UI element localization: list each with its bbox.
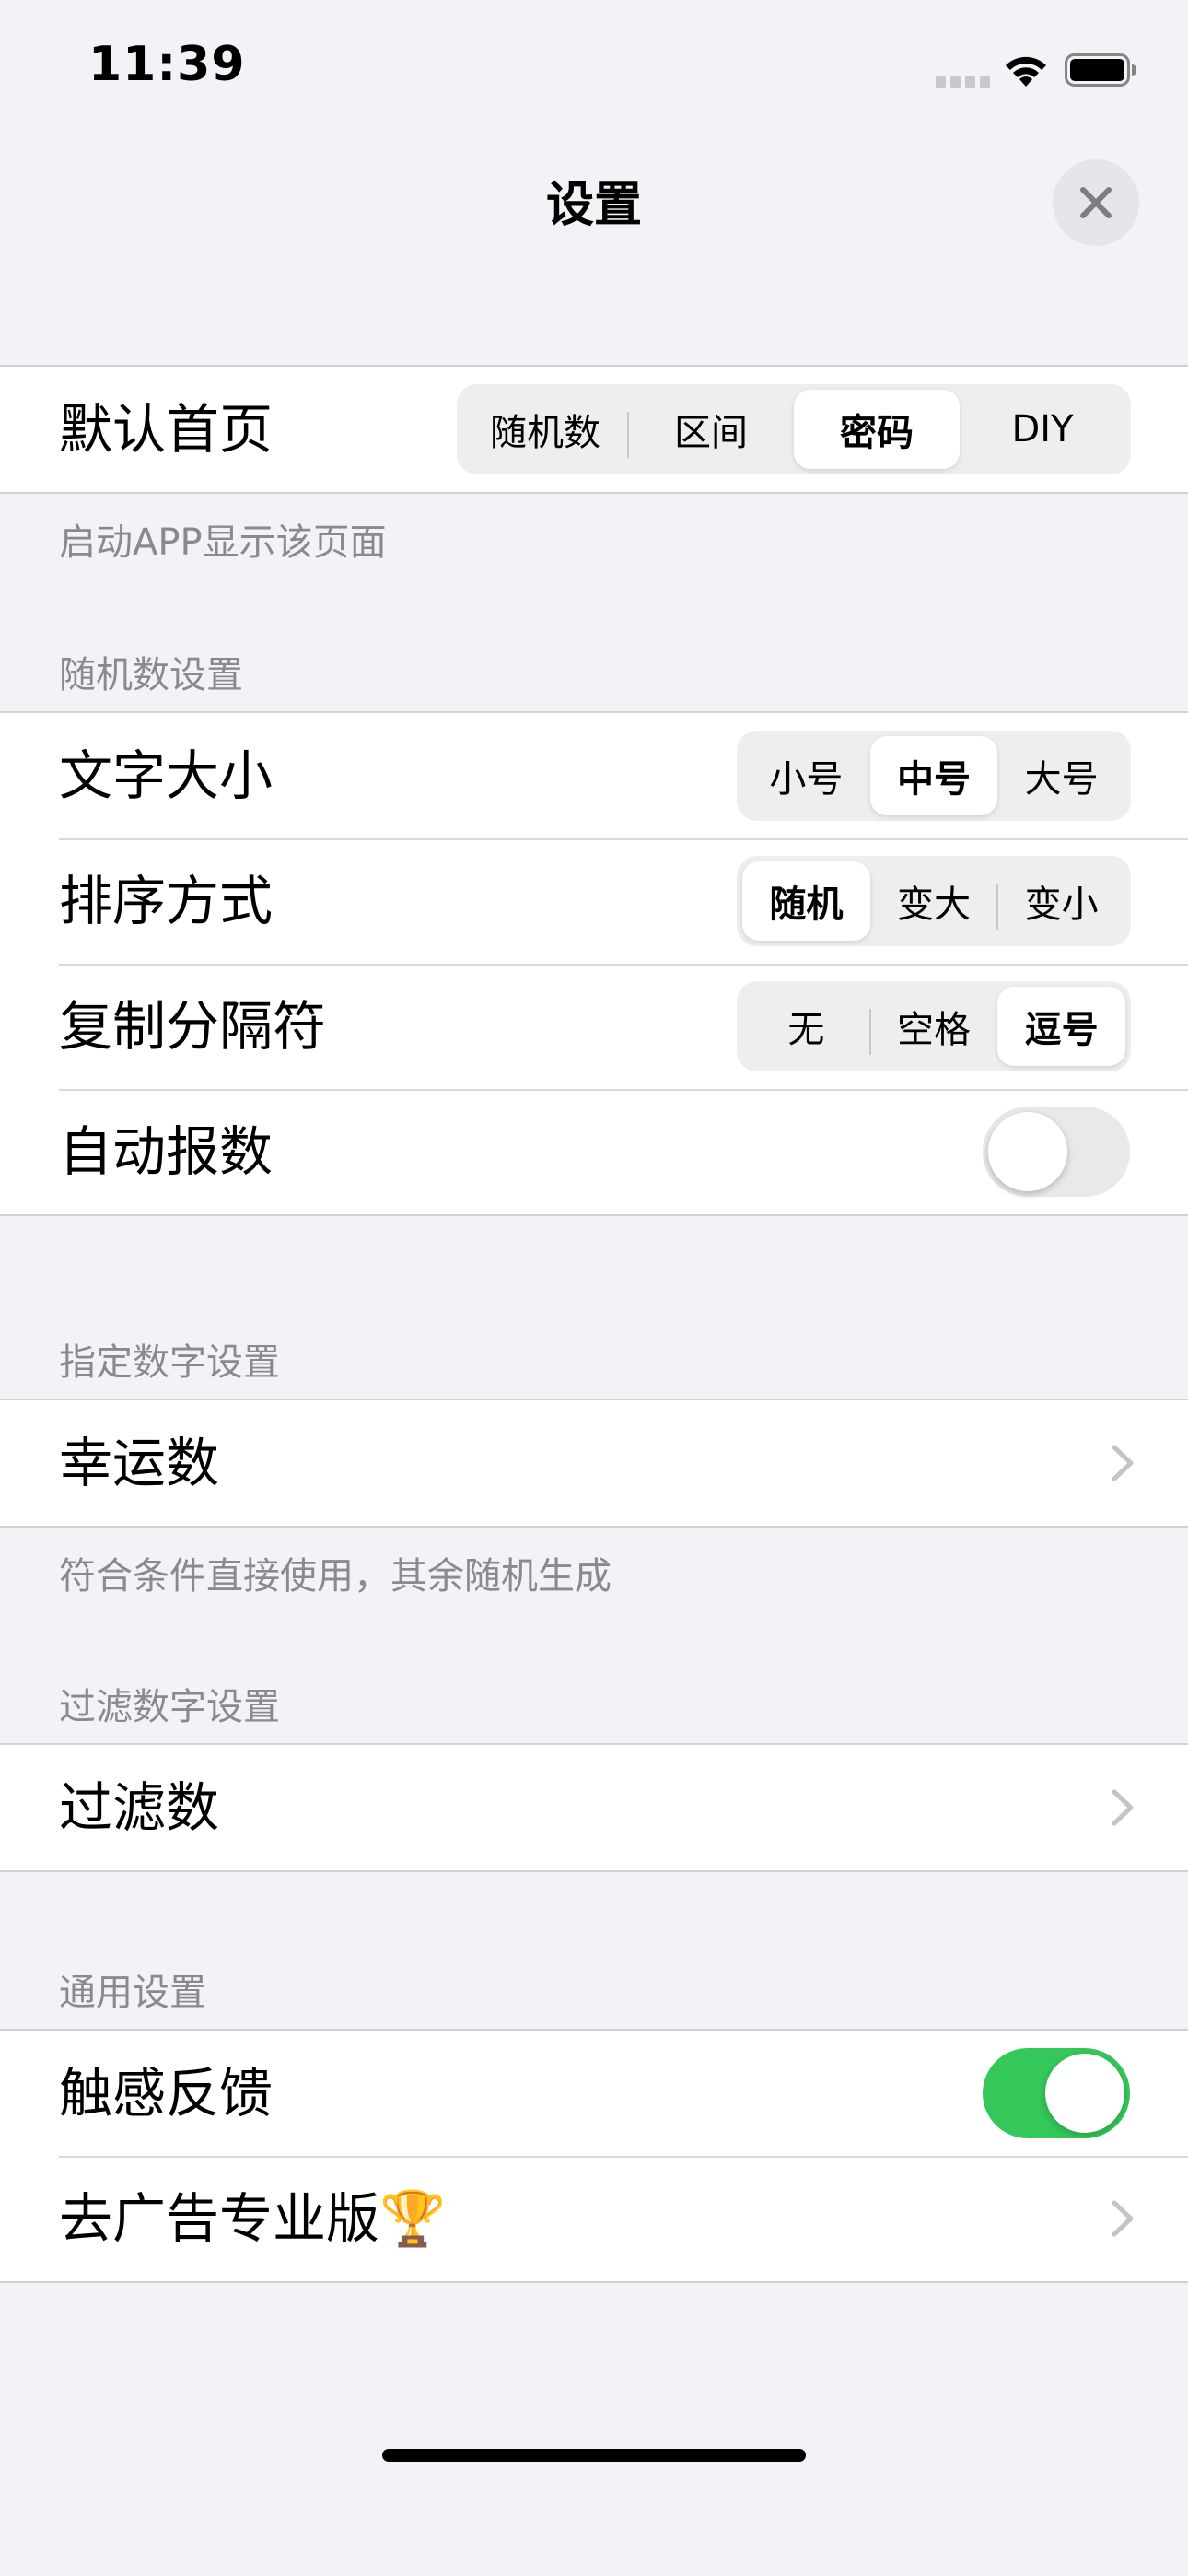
segment-medium[interactable]: 中号 <box>869 736 998 815</box>
random-settings-group: 文字大小 小号 中号 大号 排序方式 随机 变大 变小 复制分隔符 无 空格 逗… <box>0 711 1188 1216</box>
segment-ascending[interactable]: 变大 <box>870 861 999 941</box>
home-page-segmented-control: 随机数 区间 密码 DIY <box>457 384 1131 474</box>
filter-settings-header: 过滤数字设置 <box>59 1686 280 1728</box>
haptic-toggle[interactable] <box>983 2048 1130 2138</box>
home-page-group: 默认首页 随机数 区间 密码 DIY <box>0 365 1188 494</box>
segment-none[interactable]: 无 <box>742 987 871 1066</box>
home-page-footer: 启动APP显示该页面 <box>59 521 387 564</box>
sort-order-row: 排序方式 随机 变大 变小 <box>0 838 1188 964</box>
toggle-knob <box>988 1112 1067 1191</box>
lucky-number-row[interactable]: 幸运数 <box>0 1400 1188 1526</box>
random-settings-header: 随机数设置 <box>59 654 243 697</box>
copy-separator-row: 复制分隔符 无 空格 逗号 <box>0 964 1188 1089</box>
status-bar: 11:39 <box>0 0 1188 138</box>
copy-separator-label: 复制分隔符 <box>59 995 327 1058</box>
status-time: 11:39 <box>88 37 246 92</box>
auto-announce-row: 自动报数 <box>0 1089 1188 1214</box>
sort-order-segmented-control: 随机 变大 变小 <box>737 856 1131 946</box>
filter-number-row[interactable]: 过滤数 <box>0 1745 1188 1870</box>
segment-password[interactable]: 密码 <box>794 390 960 469</box>
lucky-number-label: 幸运数 <box>59 1432 220 1494</box>
toggle-knob <box>1045 2054 1124 2133</box>
haptic-row: 触感反馈 <box>0 2031 1188 2156</box>
segment-descending[interactable]: 变小 <box>997 861 1125 941</box>
segment-random-order[interactable]: 随机 <box>742 861 870 941</box>
home-indicator <box>382 2449 806 2462</box>
home-page-label: 默认首页 <box>59 398 274 461</box>
segment-range[interactable]: 区间 <box>628 390 794 469</box>
segment-diy[interactable]: DIY <box>960 390 1125 469</box>
designated-footer: 符合条件直接使用，其余随机生成 <box>59 1555 611 1598</box>
segment-random[interactable]: 随机数 <box>462 390 629 469</box>
wifi-icon <box>1006 56 1046 87</box>
font-size-segmented-control: 小号 中号 大号 <box>737 731 1131 821</box>
copy-separator-segmented-control: 无 空格 逗号 <box>737 981 1131 1071</box>
font-size-label: 文字大小 <box>59 744 274 807</box>
segment-small[interactable]: 小号 <box>742 736 870 815</box>
chevron-right-icon <box>1112 1445 1134 1481</box>
segment-comma[interactable]: 逗号 <box>997 987 1126 1066</box>
designated-settings-group: 幸运数 <box>0 1399 1188 1528</box>
remove-ads-label: 去广告专业版🏆 <box>59 2187 447 2250</box>
filter-settings-group: 过滤数 <box>0 1743 1188 1872</box>
designated-settings-header: 指定数字设置 <box>59 1341 280 1384</box>
segment-space[interactable]: 空格 <box>870 987 998 1066</box>
auto-announce-toggle[interactable] <box>983 1107 1130 1197</box>
haptic-label: 触感反馈 <box>59 2062 274 2125</box>
chevron-right-icon <box>1112 2200 1134 2237</box>
font-size-row: 文字大小 小号 中号 大号 <box>0 713 1188 838</box>
battery-icon <box>1065 53 1136 87</box>
segment-large[interactable]: 大号 <box>997 736 1125 815</box>
page-title: 设置 <box>545 178 642 233</box>
close-icon <box>1080 187 1112 218</box>
sort-order-label: 排序方式 <box>59 870 274 932</box>
close-button[interactable] <box>1053 159 1139 246</box>
home-page-row: 默认首页 随机数 区间 密码 DIY <box>0 367 1188 492</box>
filter-number-label: 过滤数 <box>59 1776 220 1839</box>
general-settings-group: 触感反馈 去广告专业版🏆 <box>0 2029 1188 2283</box>
cellular-signal-icon <box>936 76 991 88</box>
remove-ads-row[interactable]: 去广告专业版🏆 <box>0 2156 1188 2281</box>
general-settings-header: 通用设置 <box>59 1972 206 2014</box>
auto-announce-label: 自动报数 <box>59 1120 274 1183</box>
chevron-right-icon <box>1112 1789 1134 1826</box>
